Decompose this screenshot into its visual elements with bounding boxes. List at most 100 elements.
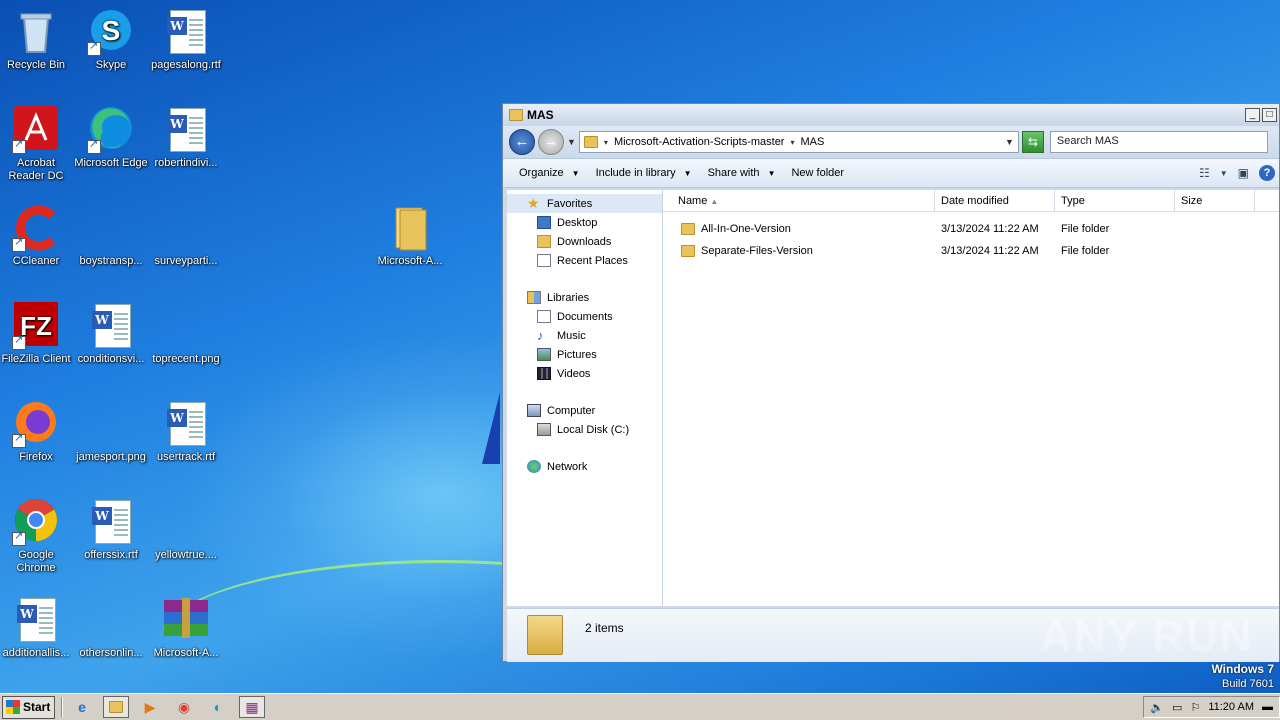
nav-network[interactable]: Network bbox=[507, 457, 662, 476]
address-dropdown-icon[interactable]: ▼ bbox=[1005, 137, 1014, 147]
blank-file-icon bbox=[87, 400, 135, 448]
os-name: Windows 7 bbox=[1211, 662, 1274, 676]
folder-icon bbox=[386, 204, 434, 252]
winrar-archive-icon bbox=[162, 596, 210, 644]
column-name[interactable]: Name ▲ bbox=[663, 190, 935, 211]
desktop-icon-surveyparti[interactable]: surveyparti... bbox=[148, 204, 224, 268]
nav-music[interactable]: ♪ Music bbox=[507, 326, 662, 345]
desktop-icon-conditionsvi[interactable]: W conditionsvi... bbox=[73, 302, 149, 366]
desktop-icon-additionallis[interactable]: W additionallis... bbox=[0, 596, 74, 660]
chrome-taskbar-icon[interactable]: ◉ bbox=[171, 696, 197, 718]
maximize-button[interactable]: □ bbox=[1262, 108, 1277, 122]
blank-file-icon bbox=[162, 302, 210, 350]
breadcrumb-segment[interactable]: MAS bbox=[801, 136, 825, 148]
nav-local-disk[interactable]: Local Disk (C:) bbox=[507, 420, 662, 439]
column-size[interactable]: Size bbox=[1175, 190, 1255, 211]
preview-pane-icon[interactable]: ▣ bbox=[1238, 166, 1249, 180]
file-row[interactable]: Separate-Files-Version 3/13/2024 11:22 A… bbox=[663, 240, 1279, 262]
network-tray-icon[interactable]: ▭ bbox=[1172, 701, 1182, 714]
speaker-icon[interactable]: 🔈 bbox=[1150, 701, 1164, 714]
desktop-icon-microsoft-a-folder[interactable]: Microsoft-A... bbox=[372, 204, 448, 268]
include-in-library-button[interactable]: Include in library ▼ bbox=[588, 163, 700, 183]
view-options-icon[interactable]: ☷ bbox=[1199, 166, 1210, 180]
caret-down-icon: ▼ bbox=[767, 168, 776, 178]
clock[interactable]: 11:20 AM bbox=[1208, 701, 1254, 713]
back-button[interactable]: ← bbox=[509, 129, 535, 155]
forward-button[interactable]: → bbox=[538, 129, 564, 155]
desktop-icon-offerssix[interactable]: W offerssix.rtf bbox=[73, 498, 149, 562]
icon-label: yellowtrue.... bbox=[155, 549, 217, 561]
nav-downloads[interactable]: Downloads bbox=[507, 232, 662, 251]
chevron-right-icon[interactable]: ▾ bbox=[604, 138, 608, 147]
nav-documents[interactable]: Documents bbox=[507, 307, 662, 326]
desktop-icon-microsoft-a-archive[interactable]: Microsoft-A... bbox=[148, 596, 224, 660]
edge-icon bbox=[87, 106, 135, 154]
media-player-icon[interactable]: ▶ bbox=[137, 696, 163, 718]
edge-taskbar-icon[interactable]: ◐ bbox=[205, 696, 231, 718]
desktop-icon-toprecent[interactable]: toprecent.png bbox=[148, 302, 224, 366]
file-type: File folder bbox=[1061, 223, 1110, 235]
organize-button[interactable]: Organize ▼ bbox=[511, 163, 588, 183]
column-date[interactable]: Date modified bbox=[935, 190, 1055, 211]
desktop-icon-yellowtrue[interactable]: yellowtrue.... bbox=[148, 498, 224, 562]
desktop-icon-recycle-bin[interactable]: Recycle Bin bbox=[0, 8, 74, 72]
desktop-icon-acrobat[interactable]: Acrobat Reader DC bbox=[0, 106, 74, 183]
desktop-icon-skype[interactable]: S Skype bbox=[73, 8, 149, 72]
icon-label: surveyparti... bbox=[154, 255, 218, 267]
icon-label: additionallis... bbox=[2, 647, 70, 659]
navigation-pane: ★ Favorites Desktop Downloads Recent Plac… bbox=[507, 190, 663, 606]
icon-label: Acrobat Reader DC bbox=[8, 157, 64, 182]
view-dropdown-icon[interactable]: ▼ bbox=[1220, 169, 1228, 178]
desktop-icon-chrome[interactable]: Google Chrome bbox=[0, 498, 74, 575]
desktop-icon-edge[interactable]: Microsoft Edge bbox=[73, 106, 149, 170]
new-folder-button[interactable]: New folder bbox=[783, 163, 852, 183]
column-type[interactable]: Type bbox=[1055, 190, 1175, 211]
item-count: 2 items bbox=[585, 621, 624, 635]
internet-explorer-icon[interactable]: e bbox=[69, 696, 95, 718]
desktop-icon-filezilla[interactable]: FZ FileZilla Client bbox=[0, 302, 74, 366]
search-input[interactable]: Search MAS bbox=[1049, 131, 1268, 153]
desktop-icon-boystransp[interactable]: boystransp... bbox=[73, 204, 149, 268]
desktop-icon-pagesalong[interactable]: W pagesalong.rtf bbox=[148, 8, 224, 72]
nav-recent-places[interactable]: Recent Places bbox=[507, 251, 662, 270]
address-field[interactable]: ▾ Microsoft-Activation-Scripts-master ▾ … bbox=[578, 131, 1019, 153]
file-row[interactable]: All-In-One-Version 3/13/2024 11:22 AM Fi… bbox=[663, 218, 1279, 240]
explorer-taskbar-icon[interactable] bbox=[103, 696, 129, 718]
show-desktop-icon[interactable]: ▬ bbox=[1262, 701, 1273, 713]
nav-pictures[interactable]: Pictures bbox=[507, 345, 662, 364]
desktop-icon-firefox[interactable]: Firefox bbox=[0, 400, 74, 464]
desktop-icon-robertindivi[interactable]: W robertindivi... bbox=[148, 106, 224, 170]
window-titlebar[interactable]: MAS _ □ bbox=[503, 104, 1279, 126]
libraries-icon bbox=[527, 291, 541, 304]
desktop-icon-othersonlin[interactable]: othersonlin... bbox=[73, 596, 149, 660]
nav-libraries[interactable]: Libraries bbox=[507, 288, 662, 307]
icon-label: jamesport.png bbox=[76, 451, 146, 463]
start-button[interactable]: Start bbox=[2, 695, 55, 719]
minimize-button[interactable]: _ bbox=[1245, 108, 1260, 122]
os-build: Build 7601 bbox=[1222, 678, 1274, 690]
explorer-window[interactable]: MAS _ □ ← → ▼ ▾ Microsoft-Activation-Scr… bbox=[502, 103, 1280, 662]
nav-desktop[interactable]: Desktop bbox=[507, 213, 662, 232]
nav-favorites[interactable]: ★ Favorites bbox=[507, 194, 662, 213]
share-with-button[interactable]: Share with ▼ bbox=[700, 163, 784, 183]
help-icon[interactable]: ? bbox=[1259, 165, 1275, 181]
recent-pages-dropdown[interactable]: ▼ bbox=[567, 137, 576, 147]
nav-computer[interactable]: Computer bbox=[507, 401, 662, 420]
icon-label: robertindivi... bbox=[154, 157, 218, 169]
nav-label: Network bbox=[547, 460, 588, 473]
network-icon bbox=[527, 460, 541, 473]
nav-label: Libraries bbox=[547, 291, 590, 304]
word-document-icon: W bbox=[162, 8, 210, 56]
action-center-flag-icon[interactable]: ⚐ bbox=[1190, 701, 1200, 714]
desktop-icon-jamesport[interactable]: jamesport.png bbox=[73, 400, 149, 464]
chevron-right-icon[interactable]: ▾ bbox=[790, 138, 794, 147]
icon-label: Microsoft-A... bbox=[377, 255, 443, 267]
nav-videos[interactable]: Videos bbox=[507, 364, 662, 383]
winrar-taskbar-icon[interactable]: ▦ bbox=[239, 696, 265, 718]
desktop-icon-ccleaner[interactable]: CCleaner bbox=[0, 204, 74, 268]
breadcrumb-segment[interactable]: Microsoft-Activation-Scripts-master bbox=[614, 136, 785, 148]
refresh-button[interactable]: ⇆ bbox=[1021, 131, 1044, 153]
recycle-bin-icon bbox=[12, 8, 60, 56]
desktop-icon bbox=[537, 216, 551, 229]
desktop-icon-usertrack[interactable]: W usertrack.rtf bbox=[148, 400, 224, 464]
